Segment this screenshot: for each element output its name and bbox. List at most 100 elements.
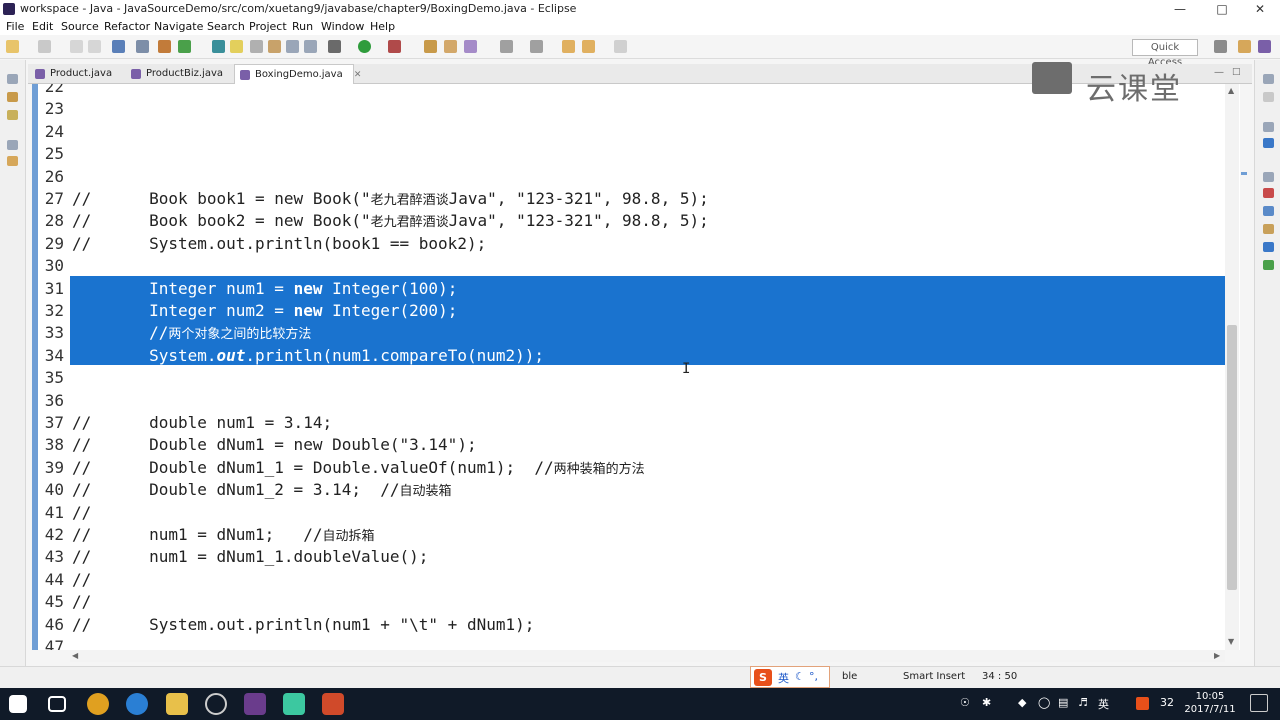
restore-icon-2[interactable]	[7, 140, 18, 150]
tray-app-icon[interactable]: ☉	[960, 696, 970, 709]
ime-moon-icon[interactable]: ☾	[795, 670, 805, 683]
code-line[interactable]: 38 // Double dNum1 = new Double("3.14");	[38, 434, 1226, 456]
problems-icon[interactable]	[1263, 188, 1274, 198]
code-line[interactable]: 46 // System.out.println(num1 + "\t" + dN…	[38, 614, 1226, 636]
tab-close-icon[interactable]: ✕	[354, 70, 362, 80]
code-line[interactable]: 26	[38, 166, 1226, 188]
code-editor[interactable]: 22 23 24 25 26 27 // Book book1 = new Book("老九…	[32, 84, 1240, 650]
console-icon[interactable]	[1263, 242, 1274, 252]
code-line[interactable]: 43 // num1 = dNum1_1.doubleValue();	[38, 546, 1226, 568]
open-perspective-icon[interactable]	[1214, 40, 1227, 53]
menu-project[interactable]: Project	[249, 20, 287, 33]
back-icon[interactable]	[582, 40, 595, 53]
tab-product-java[interactable]: Product.java	[30, 64, 126, 84]
code-line[interactable]: 34 System.out.println(num1.compareTo(num…	[38, 345, 1226, 367]
save-all-icon[interactable]	[88, 40, 101, 53]
file-explorer-icon[interactable]	[166, 693, 188, 715]
declaration-icon[interactable]	[1263, 224, 1274, 234]
powerpoint-icon[interactable]	[322, 693, 344, 715]
tab-productbiz-java[interactable]: ProductBiz.java	[126, 64, 234, 84]
menu-edit[interactable]: Edit	[32, 20, 53, 33]
javadoc-icon[interactable]	[1263, 206, 1274, 216]
task-view-icon[interactable]	[48, 696, 66, 712]
new-class-icon[interactable]	[178, 40, 191, 53]
scroll-right-icon[interactable]: ▶	[1214, 651, 1220, 660]
run-icon[interactable]	[358, 40, 371, 53]
code-line[interactable]: 39 // Double dNum1_1 = Double.valueOf(num…	[38, 457, 1226, 479]
close-button[interactable]: ✕	[1240, 0, 1280, 18]
open-type-icon[interactable]	[424, 40, 437, 53]
code-line[interactable]: 30	[38, 255, 1226, 277]
notes-app-icon[interactable]	[283, 693, 305, 715]
browser-icon[interactable]	[126, 693, 148, 715]
type-hierarchy-icon[interactable]	[7, 110, 18, 120]
code-line[interactable]: 47	[38, 636, 1226, 650]
code-line[interactable]: 25	[38, 143, 1226, 165]
code-line[interactable]: 41 //	[38, 502, 1226, 524]
shield-icon[interactable]: ◯	[1038, 696, 1050, 709]
java-ee-perspective-icon[interactable]	[1238, 40, 1251, 53]
menu-file[interactable]: File	[6, 20, 24, 33]
ime-toolbar[interactable]: S 英 ☾ °,	[750, 666, 830, 688]
menu-run[interactable]: Run	[292, 20, 313, 33]
restore-icon-right[interactable]	[1263, 74, 1274, 84]
obs-icon[interactable]	[205, 693, 227, 715]
menu-source[interactable]: Source	[61, 20, 99, 33]
code-line[interactable]: 42 // num1 = dNum1; //自动拆箱	[38, 524, 1226, 546]
open-icon[interactable]	[38, 40, 51, 53]
package-explorer-icon[interactable]	[7, 92, 18, 102]
progress-icon[interactable]	[1263, 260, 1274, 270]
system-clock[interactable]: 10:05 2017/7/11	[1180, 690, 1240, 716]
search-tool-icon[interactable]	[464, 40, 477, 53]
volume-icon[interactable]: ♬	[1078, 696, 1088, 709]
maximize-editor-icon[interactable]: □	[1232, 67, 1241, 77]
notification-center-icon[interactable]	[1250, 694, 1268, 712]
last-edit-icon[interactable]	[562, 40, 575, 53]
sogou-tray-icon[interactable]	[1136, 697, 1149, 710]
ime-lang[interactable]: 英	[778, 670, 789, 686]
search-icon[interactable]	[212, 40, 225, 53]
outline-icon[interactable]	[1263, 138, 1274, 148]
minimize-button[interactable]: —	[1160, 0, 1200, 18]
maximize-button[interactable]: □	[1202, 0, 1242, 18]
next-annotation-icon[interactable]	[500, 40, 513, 53]
task-list-icon[interactable]	[7, 156, 18, 166]
java-perspective-icon[interactable]	[1258, 40, 1271, 53]
overview-ruler-mark[interactable]	[1241, 172, 1247, 175]
code-line[interactable]: 44 //	[38, 569, 1226, 591]
open-task-icon[interactable]	[444, 40, 457, 53]
code-line[interactable]: 36	[38, 390, 1226, 412]
menu-search[interactable]: Search	[207, 20, 245, 33]
restore-icon-outline[interactable]	[1263, 122, 1274, 132]
whitespace-icon[interactable]	[286, 40, 299, 53]
menu-help[interactable]: Help	[370, 20, 395, 33]
code-line[interactable]: 24	[38, 121, 1226, 143]
new-icon[interactable]	[6, 40, 19, 53]
highlight-icon[interactable]	[230, 40, 243, 53]
code-line[interactable]: 40 // Double dNum1_2 = 3.14; //自动装箱	[38, 479, 1226, 501]
vertical-scroll-thumb[interactable]	[1227, 325, 1237, 590]
cursor-icon[interactable]	[136, 40, 149, 53]
print-icon[interactable]	[112, 40, 125, 53]
minimize-editor-icon[interactable]: —	[1214, 67, 1224, 78]
bluetooth-icon[interactable]: ✱	[982, 696, 991, 709]
code-line[interactable]: 27 // Book book1 = new Book("老九君醉酒谈Java",…	[38, 188, 1226, 210]
eclipse-taskbar-icon[interactable]	[244, 693, 266, 715]
ime-punct-icon[interactable]: °,	[809, 670, 818, 683]
menu-window[interactable]: Window	[321, 20, 364, 33]
code-line[interactable]: 32 Integer num2 = new Integer(200);	[38, 300, 1226, 322]
debug-icon[interactable]	[328, 40, 341, 53]
minimize-icon-right[interactable]	[1263, 92, 1274, 102]
forward-icon[interactable]	[614, 40, 627, 53]
chrome-icon[interactable]	[87, 693, 109, 715]
code-line[interactable]: 33 //两个对象之间的比较方法	[38, 322, 1226, 344]
network-icon[interactable]: ▤	[1058, 696, 1068, 709]
tab-boxingdemo-java[interactable]: BoxingDemo.java ✕	[234, 64, 361, 85]
scroll-left-icon[interactable]: ◀	[72, 651, 78, 660]
save-icon[interactable]	[70, 40, 83, 53]
show-source-icon[interactable]	[304, 40, 317, 53]
tray-diamond-icon[interactable]: ◆	[1018, 696, 1026, 709]
restore-icon-bottom[interactable]	[1263, 172, 1274, 182]
tray-lang[interactable]: 英	[1098, 696, 1109, 712]
scroll-up-icon[interactable]: ▲	[1228, 86, 1234, 95]
